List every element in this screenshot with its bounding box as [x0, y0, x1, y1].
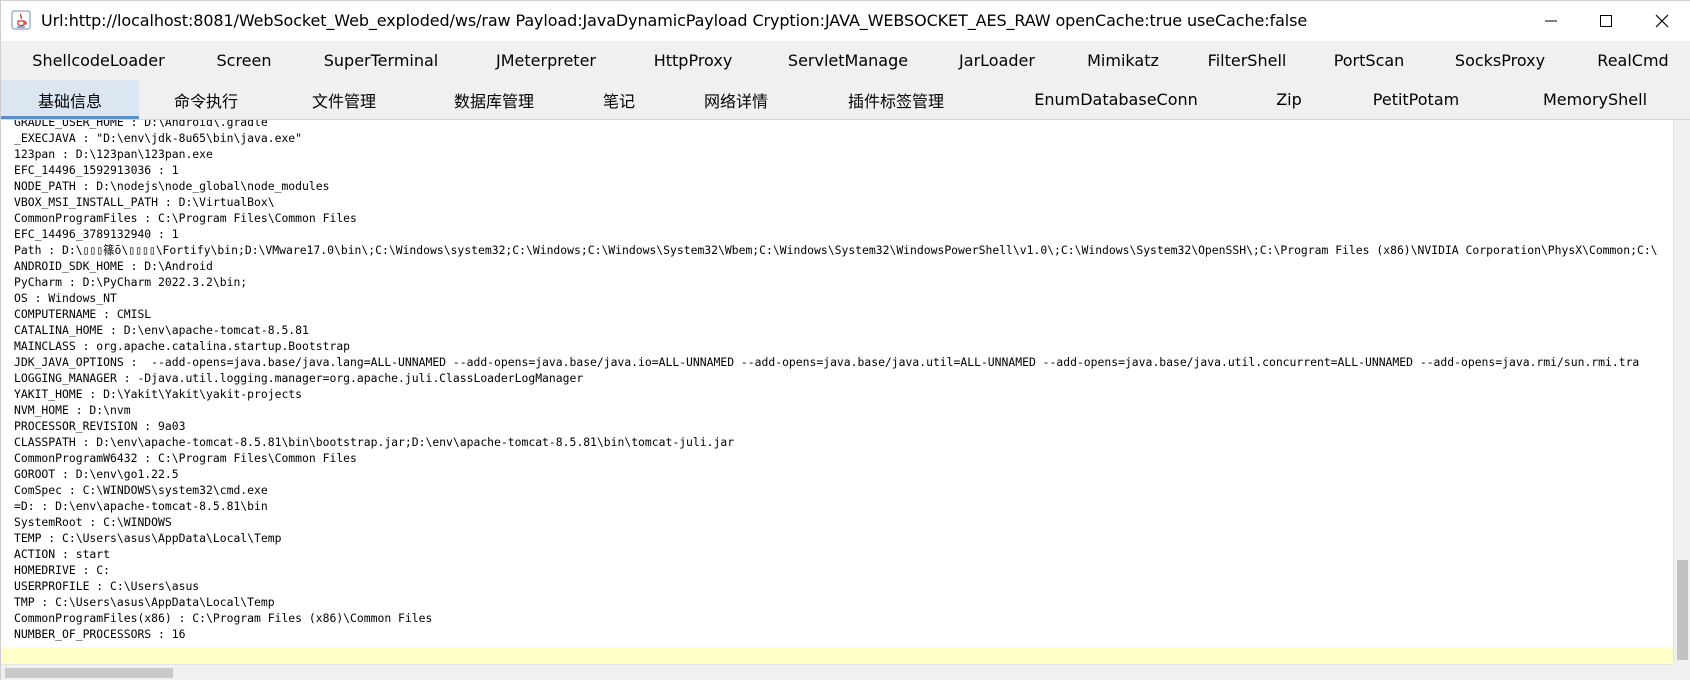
output-line: CommonProgramW6432 : C:\Program Files\Co…	[14, 451, 357, 465]
output-line: ComSpec : C:\WINDOWS\system32\cmd.exe	[14, 483, 268, 497]
minimize-button[interactable]	[1524, 1, 1578, 41]
tab-enumdatabaseconn[interactable]: EnumDatabaseConn	[1031, 80, 1201, 119]
maximize-button[interactable]	[1579, 1, 1633, 41]
output-line: ANDROID_SDK_HOME : D:\Android	[14, 259, 213, 273]
tab-petitpotam[interactable]: PetitPotam	[1361, 80, 1471, 119]
output-line: TMP : C:\Users\asus\AppData\Local\Temp	[14, 595, 275, 609]
tab-plugin-tag-manager[interactable]: 插件标签管理	[831, 80, 961, 119]
output-line: GOROOT : D:\env\go1.22.5	[14, 467, 179, 481]
vertical-scrollbar[interactable]	[1673, 120, 1690, 664]
output-line: MAINCLASS : org.apache.catalina.startup.…	[14, 339, 351, 353]
output-line: PROCESSOR_REVISION : 9a03	[14, 419, 186, 433]
scrollbar-corner	[1673, 664, 1690, 680]
close-icon	[1655, 14, 1669, 28]
minimize-icon	[1545, 20, 1557, 22]
output-line: HOMEDRIVE : C:	[14, 563, 111, 577]
window-title: Url:http://localhost:8081/WebSocket_Web_…	[41, 11, 1308, 30]
maximize-icon	[1600, 15, 1612, 27]
close-button[interactable]	[1635, 1, 1689, 41]
output-line: OS : Windows_NT	[14, 291, 117, 305]
output-line: CommonProgramFiles(x86) : C:\Program Fil…	[14, 611, 433, 625]
tab-servletmanage[interactable]: ServletManage	[773, 41, 923, 80]
tab-memoryshell[interactable]: MemoryShell	[1535, 80, 1655, 119]
tab-mimikatz[interactable]: Mimikatz	[1073, 41, 1173, 80]
output-line: EFC_14496_1592913036 : 1	[14, 163, 179, 177]
output-line: COMPUTERNAME : CMISL	[14, 307, 152, 321]
output-line: GRADLE_USER_HOME : D:\Android\.gradle	[14, 120, 268, 129]
tab-zip[interactable]: Zip	[1263, 80, 1315, 119]
tab-file-manager[interactable]: 文件管理	[299, 80, 389, 119]
tab-httpproxy[interactable]: HttpProxy	[641, 41, 745, 80]
output-line: 123pan : D:\123pan\123pan.exe	[14, 147, 213, 161]
tab-filtershell[interactable]: FilterShell	[1197, 41, 1297, 80]
output-line: =D: : D:\env\apache-tomcat-8.5.81\bin	[14, 499, 268, 513]
output-line: EFC_14496_3789132940 : 1	[14, 227, 179, 241]
output-line: ACTION : start	[14, 547, 111, 561]
output-line: CommonProgramFiles : C:\Program Files\Co…	[14, 211, 357, 225]
title-bar[interactable]: Url:http://localhost:8081/WebSocket_Web_…	[1, 1, 1690, 41]
tab-jarloader[interactable]: JarLoader	[947, 41, 1047, 80]
output-line: LOGGING_MANAGER : -Djava.util.logging.ma…	[14, 371, 584, 385]
tab-superterminal[interactable]: SuperTerminal	[313, 41, 449, 80]
output-line: SystemRoot : C:\WINDOWS	[14, 515, 172, 529]
output-line: JDK_JAVA_OPTIONS : --add-opens=java.base…	[14, 355, 1640, 369]
output-line: TEMP : C:\Users\asus\AppData\Local\Temp	[14, 531, 282, 545]
tab-socksproxy[interactable]: SocksProxy	[1441, 41, 1559, 80]
output-line: NVM_HOME : D:\nvm	[14, 403, 131, 417]
horizontal-scrollbar[interactable]	[1, 664, 1673, 680]
tab-network-details[interactable]: 网络详情	[691, 80, 781, 119]
app-window: Url:http://localhost:8081/WebSocket_Web_…	[0, 0, 1690, 680]
vertical-scroll-thumb[interactable]	[1677, 560, 1688, 660]
tab-basic-info[interactable]: 基础信息	[1, 80, 139, 119]
tab-jmeterpreter[interactable]: JMeterpreter	[479, 41, 613, 80]
environment-variable-output[interactable]: GRADLE_USER_HOME : D:\Android\.gradle _EX…	[14, 120, 1658, 642]
output-line: YAKIT_HOME : D:\Yakit\Yakit\yakit-projec…	[14, 387, 303, 401]
output-line: _EXECJAVA : "D:\env\jdk-8u65\bin\java.ex…	[14, 131, 303, 145]
output-line: NODE_PATH : D:\nodejs\node_global\node_m…	[14, 179, 330, 193]
tab-portscan[interactable]: PortScan	[1321, 41, 1417, 80]
plugin-tab-row: ShellcodeLoader Screen SuperTerminal JMe…	[1, 41, 1690, 80]
basic-info-output-area[interactable]: GRADLE_USER_HOME : D:\Android\.gradle _EX…	[1, 120, 1673, 664]
output-line: PyCharm : D:\PyCharm 2022.3.2\bin;	[14, 275, 248, 289]
output-line: USERPROFILE : C:\Users\asus	[14, 579, 200, 593]
main-tab-row: 基础信息 命令执行 文件管理 数据库管理 笔记 网络详情 插件标签管理 Enum…	[1, 80, 1690, 120]
output-line: CLASSPATH : D:\env\apache-tomcat-8.5.81\…	[14, 435, 735, 449]
current-line-highlight	[1, 647, 1673, 664]
tab-shellcodeloader[interactable]: ShellcodeLoader	[21, 41, 176, 80]
tab-database-manager[interactable]: 数据库管理	[441, 80, 547, 119]
output-line: Path : D:\▯▯▯篠ō\▯▯▯▯\Fortify\bin;D:\VMwa…	[14, 243, 1658, 257]
java-app-icon	[11, 10, 31, 30]
tab-realcmd[interactable]: RealCmd	[1585, 41, 1681, 80]
output-line: CATALINA_HOME : D:\env\apache-tomcat-8.5…	[14, 323, 309, 337]
output-line: NUMBER_OF_PROCESSORS : 16	[14, 627, 186, 641]
tab-screen[interactable]: Screen	[201, 41, 287, 80]
tab-notes[interactable]: 笔记	[589, 80, 649, 119]
tab-command-exec[interactable]: 命令执行	[161, 80, 251, 119]
horizontal-scroll-thumb[interactable]	[5, 668, 173, 678]
output-line: VBOX_MSI_INSTALL_PATH : D:\VirtualBox\	[14, 195, 275, 209]
